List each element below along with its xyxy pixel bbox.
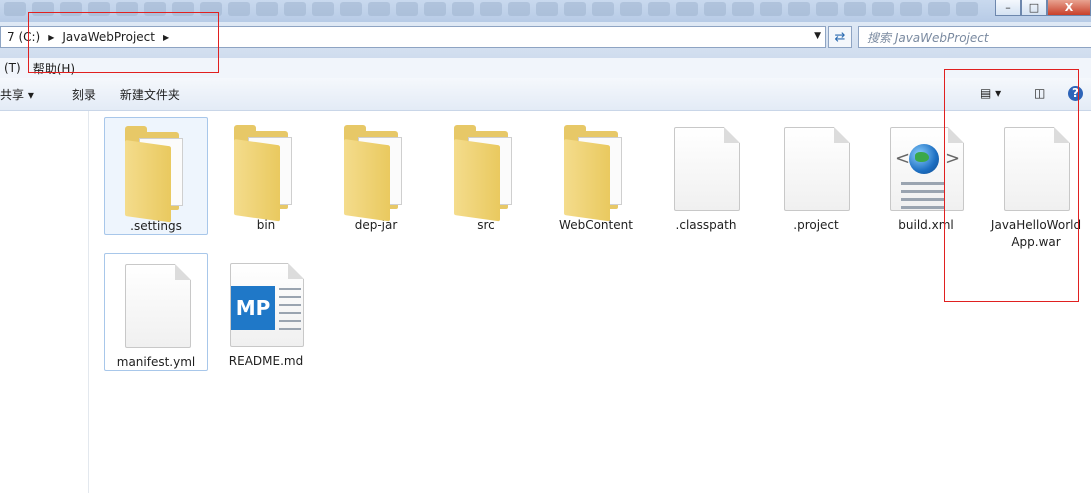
folder-icon bbox=[125, 126, 185, 223]
file-item-src[interactable]: src bbox=[434, 117, 538, 234]
refresh-icon: ⇄ bbox=[834, 29, 846, 45]
markdown-icon: MP bbox=[230, 263, 304, 347]
burn-button[interactable]: 刻录 bbox=[62, 86, 106, 103]
file-item-project[interactable]: .project bbox=[764, 117, 868, 234]
file-name: manifest.yml bbox=[116, 355, 196, 369]
file-icon bbox=[784, 127, 850, 211]
folder-icon bbox=[344, 125, 404, 222]
new-folder-button[interactable]: 新建文件夹 bbox=[110, 86, 190, 103]
navigation-pane[interactable] bbox=[0, 111, 89, 493]
file-icon bbox=[674, 127, 740, 211]
file-item-dep-jar[interactable]: dep-jar bbox=[324, 117, 428, 234]
folder-icon bbox=[454, 125, 514, 222]
menu-item-tools[interactable]: (T) bbox=[0, 61, 29, 75]
annotation-box-war bbox=[944, 69, 1079, 302]
file-item-webcontent[interactable]: WebContent bbox=[544, 117, 648, 234]
file-name: .project bbox=[793, 218, 839, 232]
folder-icon bbox=[564, 125, 624, 222]
file-name: .classpath bbox=[675, 218, 737, 232]
refresh-button[interactable]: ⇄ bbox=[828, 26, 852, 48]
file-item-bin[interactable]: bin bbox=[214, 117, 318, 234]
annotation-box-path bbox=[28, 12, 219, 73]
markdown-badge: MP bbox=[231, 286, 275, 330]
chevron-down-icon[interactable]: ▼ bbox=[814, 31, 821, 41]
search-input[interactable]: 搜索 JavaWebProject bbox=[858, 26, 1091, 48]
file-item-readme[interactable]: MP README.md bbox=[214, 253, 318, 370]
maximize-button[interactable]: □ bbox=[1021, 0, 1047, 16]
folder-icon bbox=[234, 125, 294, 222]
file-icon bbox=[125, 264, 191, 348]
file-item-manifest[interactable]: manifest.yml bbox=[104, 253, 208, 371]
file-name: README.md bbox=[228, 354, 304, 368]
file-item-settings[interactable]: .settings bbox=[104, 117, 208, 235]
minimize-button[interactable]: – bbox=[995, 0, 1021, 16]
file-item-classpath[interactable]: .classpath bbox=[654, 117, 758, 234]
command-bar: 共享 ▾ 刻录 新建文件夹 ▤ ▾ ◫ ? bbox=[0, 78, 1091, 111]
close-button[interactable]: X bbox=[1047, 0, 1091, 16]
file-name: .settings bbox=[130, 219, 182, 233]
share-button[interactable]: 共享 ▾ bbox=[0, 86, 44, 103]
file-view: .settings bin dep-jar src WebContent .cl… bbox=[90, 111, 1091, 493]
